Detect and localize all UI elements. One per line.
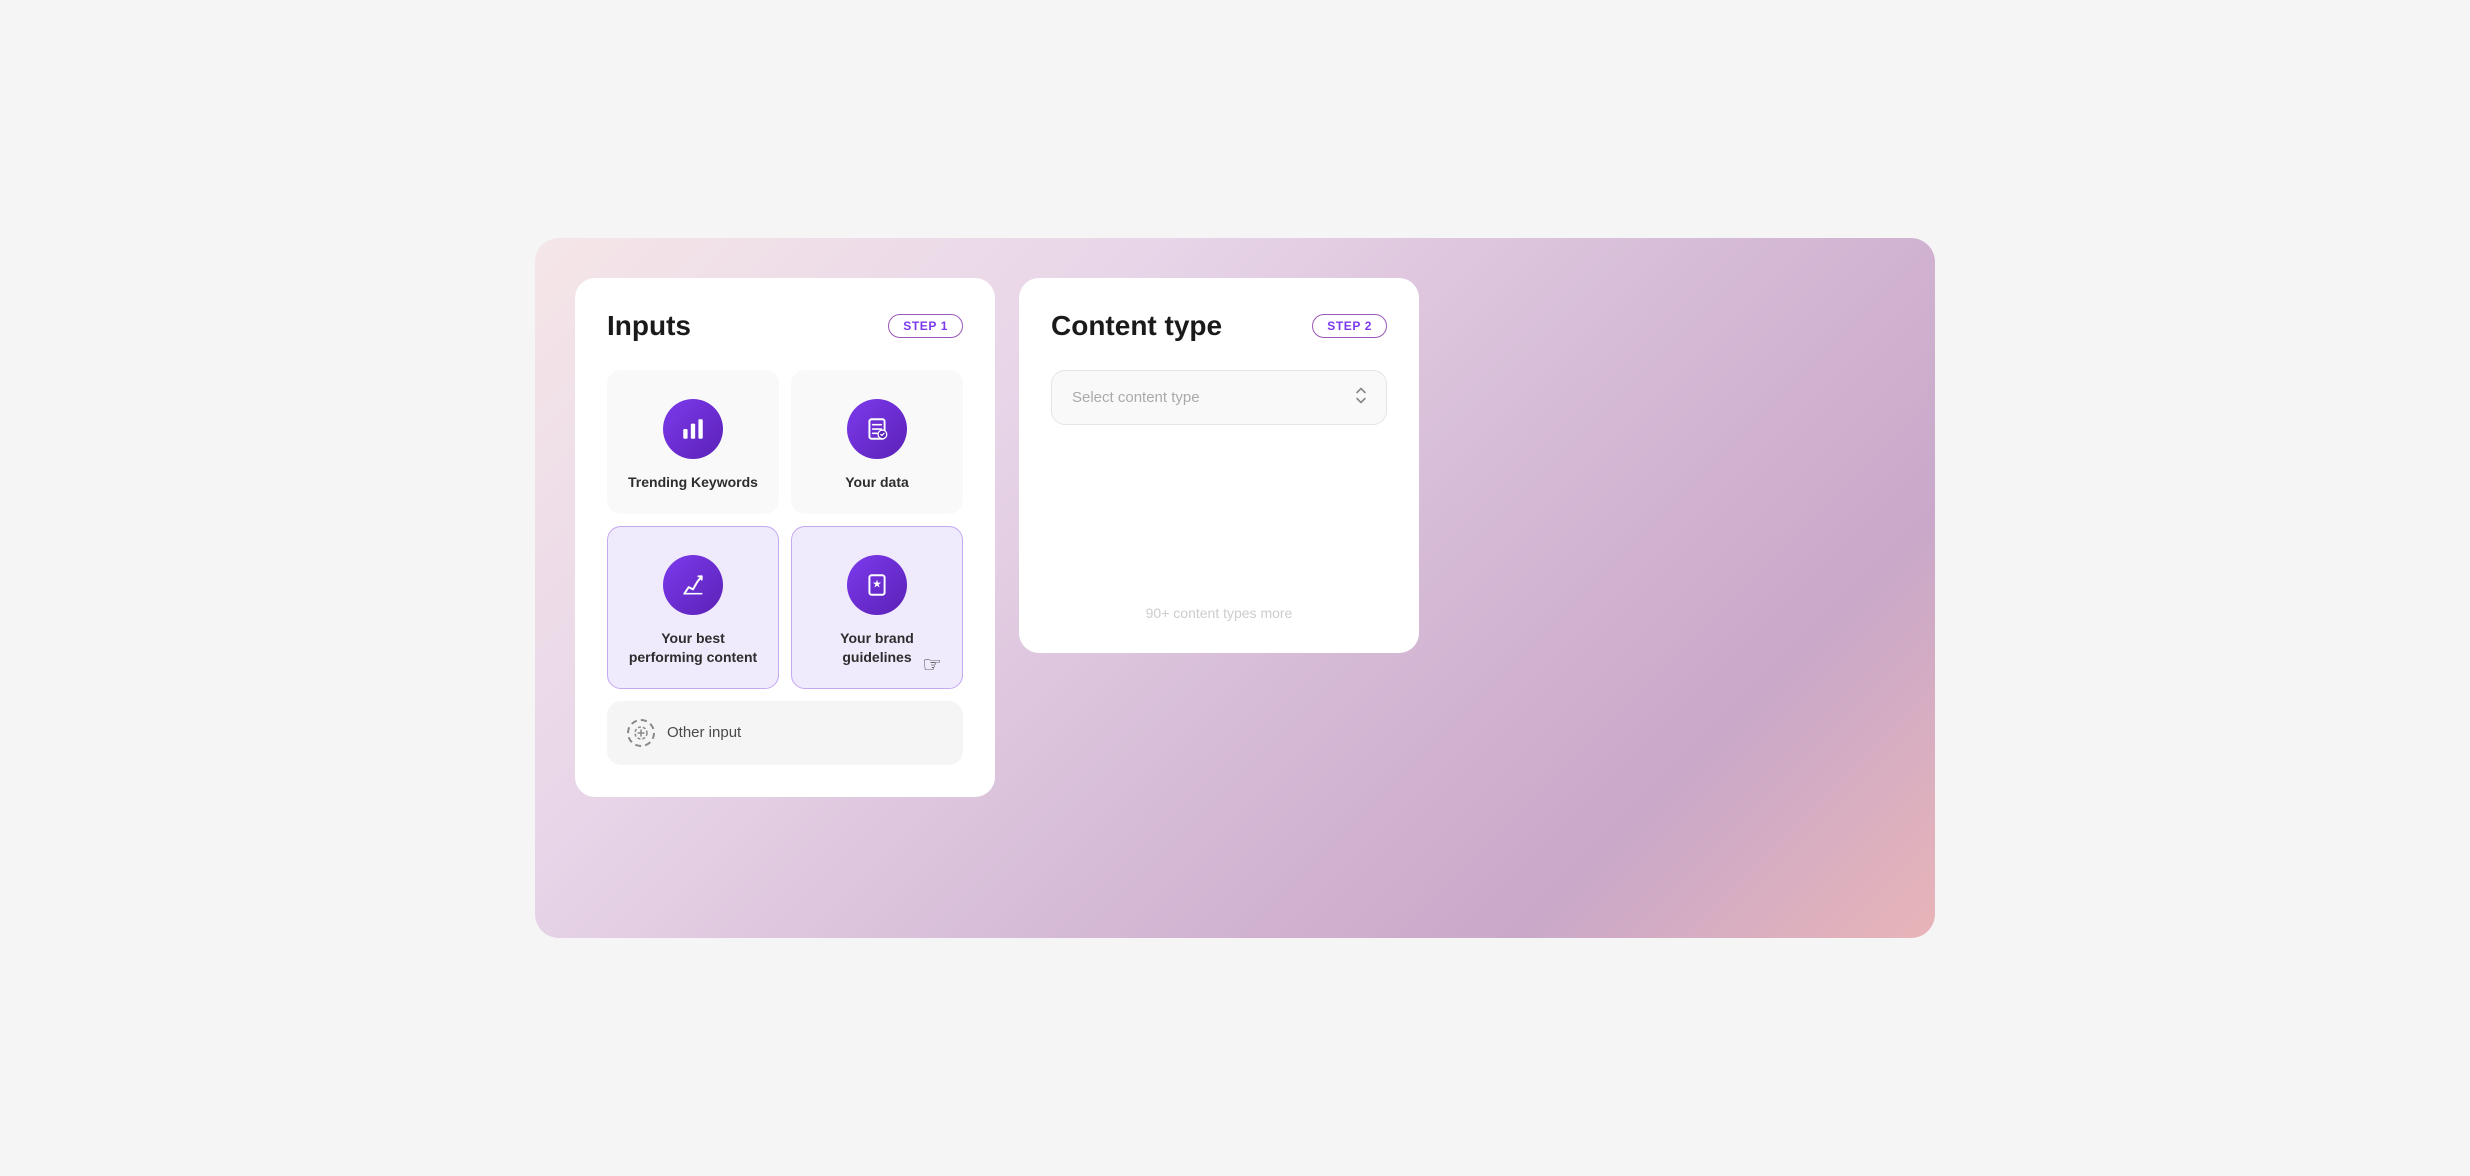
inputs-panel: Inputs STEP 1 Trending Keywords — [575, 278, 995, 797]
input-card-trending-keywords[interactable]: Trending Keywords — [607, 370, 779, 514]
content-type-select-wrapper: Select content type — [1051, 370, 1387, 425]
trending-keywords-label: Trending Keywords — [628, 473, 758, 493]
add-other-icon — [627, 719, 655, 747]
content-type-panel-header: Content type STEP 2 — [1051, 310, 1387, 342]
other-input-button[interactable]: Other input — [607, 701, 963, 765]
inputs-title: Inputs — [607, 310, 691, 342]
input-card-your-data[interactable]: Your data — [791, 370, 963, 514]
input-cards-grid: Trending Keywords Your data — [607, 370, 963, 689]
content-type-title: Content type — [1051, 310, 1222, 342]
input-card-brand-guidelines[interactable]: Your brand guidelines — [791, 526, 963, 689]
other-input-label: Other input — [667, 724, 741, 741]
brand-guidelines-label: Your brand guidelines — [808, 629, 946, 668]
brand-guidelines-icon — [847, 555, 907, 615]
best-performing-label: Your best performing content — [624, 629, 762, 668]
trending-keywords-icon — [663, 399, 723, 459]
content-type-panel: Content type STEP 2 Select content type … — [1019, 278, 1419, 653]
inputs-panel-header: Inputs STEP 1 — [607, 310, 963, 342]
your-data-label: Your data — [845, 473, 909, 493]
app-container: Inputs STEP 1 Trending Keywords — [535, 238, 1935, 938]
step1-badge: STEP 1 — [888, 314, 963, 338]
your-data-icon — [847, 399, 907, 459]
content-more-text: 90+ content types more — [1051, 605, 1387, 621]
input-card-best-performing[interactable]: Your best performing content — [607, 526, 779, 689]
content-type-select[interactable]: Select content type — [1051, 370, 1387, 425]
best-performing-icon — [663, 555, 723, 615]
step2-badge: STEP 2 — [1312, 314, 1387, 338]
